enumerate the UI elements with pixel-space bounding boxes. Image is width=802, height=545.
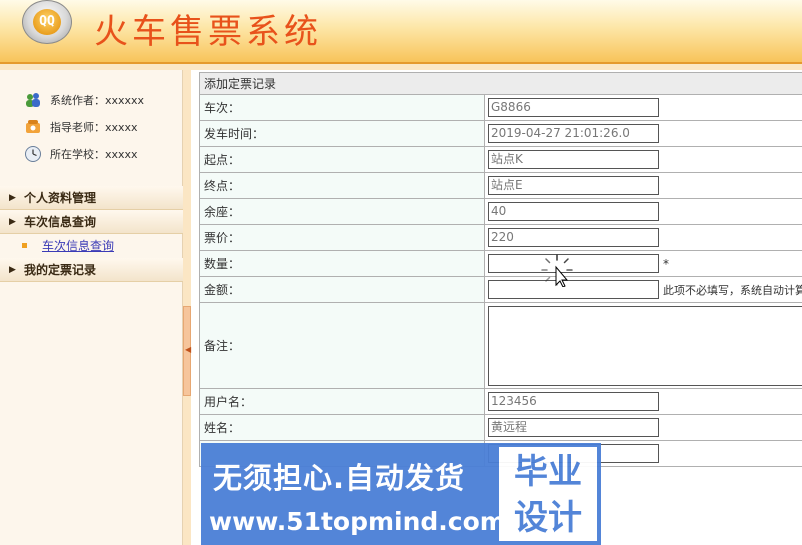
label-remarks: 备注：: [199, 302, 485, 389]
submenu-train-query-link[interactable]: 车次信息查询: [0, 234, 183, 258]
info-teacher-text: 指导老师：xxxxx: [50, 120, 138, 134]
info-author-text: 系统作者：xxxxxx: [50, 93, 145, 107]
watermark-badge: 毕业 设计: [499, 447, 597, 541]
watermark-slogan: 无须担心.自动发货: [213, 461, 466, 495]
train-no-input[interactable]: G8866: [488, 98, 659, 117]
watermark-badge-line1: 毕业: [514, 452, 582, 492]
form-row-destination: 终点： 站点E: [199, 172, 802, 199]
label-departure-time: 发车时间：: [199, 120, 485, 147]
clock-icon: [24, 145, 42, 163]
sidebar-info: 系统作者：xxxxxx 指导老师：xxxxx 所在学校：xxxxx: [0, 70, 182, 167]
sidebar: 系统作者：xxxxxx 指导老师：xxxxx 所在学校：xxxxx ▶ 个人资料…: [0, 70, 183, 545]
app-header: QQ 火车售票系统: [0, 0, 802, 64]
loading-cursor-icon: [541, 254, 573, 287]
form-row-price: 票价： 220: [199, 224, 802, 251]
label-name: 姓名：: [199, 414, 485, 441]
info-teacher: 指导老师：xxxxx: [24, 113, 182, 140]
caret-left-icon: ◀: [185, 345, 192, 354]
watermark-banner: 无须担心.自动发货 www.51topmind.com 毕业 设计: [201, 443, 601, 545]
label-quantity: 数量：: [199, 250, 485, 277]
sidebar-menu: ▶ 个人资料管理 ▶ 车次信息查询 车次信息查询 ▶ 我的定票记录: [0, 186, 183, 282]
bullet-icon: [22, 243, 27, 248]
required-marker: *: [663, 256, 669, 271]
form-row-departure-time: 发车时间： 2019-04-27 21:01:26.0: [199, 120, 802, 147]
logo-mark: QQ: [33, 9, 61, 35]
form-row-name: 姓名： 黄远程: [199, 414, 802, 441]
app-title: 火车售票系统: [94, 12, 322, 52]
menu-my-bookings[interactable]: ▶ 我的定票记录: [0, 258, 183, 282]
form-row-username: 用户名： 123456: [199, 388, 802, 415]
form-row-train-no: 车次： G8866: [199, 94, 802, 121]
info-school-text: 所在学校：xxxxx: [50, 147, 138, 161]
origin-input[interactable]: 站点K: [488, 150, 659, 169]
caret-right-icon: ▶: [9, 193, 16, 203]
label-price: 票价：: [199, 224, 485, 251]
form-row-origin: 起点： 站点K: [199, 146, 802, 173]
watermark-url: www.51topmind.com: [209, 507, 506, 536]
form-row-seats-left: 余座： 40: [199, 198, 802, 225]
label-amount: 金额：: [199, 276, 485, 303]
menu-train-query-label: 车次信息查询: [24, 215, 97, 229]
watermark-badge-line2: 设计: [514, 498, 582, 538]
label-username: 用户名：: [199, 388, 485, 415]
form-row-quantity: 数量： *: [199, 250, 802, 277]
booking-form: 添加定票记录 车次： G8866 发车时间： 2019-04-27 21:01:…: [199, 72, 802, 467]
name-input[interactable]: 黄远程: [488, 418, 659, 437]
remarks-textarea[interactable]: [488, 305, 802, 386]
users-icon: [24, 91, 42, 109]
menu-personal-info[interactable]: ▶ 个人资料管理: [0, 186, 183, 210]
form-row-remarks: 备注：: [199, 302, 802, 389]
form-title-row: 添加定票记录: [199, 72, 802, 95]
info-school: 所在学校：xxxxx: [24, 140, 182, 167]
destination-input[interactable]: 站点E: [488, 176, 659, 195]
menu-personal-info-label: 个人资料管理: [24, 191, 97, 205]
amount-hint: 此项不必填写，系统自动计算: [663, 283, 802, 297]
form-title: 添加定票记录: [199, 72, 802, 95]
app-logo: QQ: [22, 0, 72, 44]
label-train-no: 车次：: [199, 94, 485, 121]
price-input[interactable]: 220: [488, 228, 659, 247]
submenu-train-query-label: 车次信息查询: [42, 239, 115, 253]
menu-train-query[interactable]: ▶ 车次信息查询: [0, 210, 183, 234]
collapse-sidebar-handle[interactable]: ◀: [183, 306, 191, 396]
label-seats-left: 余座：: [199, 198, 485, 225]
label-origin: 起点：: [199, 146, 485, 173]
seats-left-input[interactable]: 40: [488, 202, 659, 221]
departure-time-input[interactable]: 2019-04-27 21:01:26.0: [488, 124, 659, 143]
info-author: 系统作者：xxxxxx: [24, 86, 182, 113]
username-input[interactable]: 123456: [488, 392, 659, 411]
label-destination: 终点：: [199, 172, 485, 199]
form-row-amount: 金额： 此项不必填写，系统自动计算: [199, 276, 802, 303]
caret-right-icon: ▶: [9, 265, 16, 275]
caret-right-icon: ▶: [9, 217, 16, 227]
phone-icon: [24, 118, 42, 136]
menu-my-bookings-label: 我的定票记录: [24, 263, 97, 277]
